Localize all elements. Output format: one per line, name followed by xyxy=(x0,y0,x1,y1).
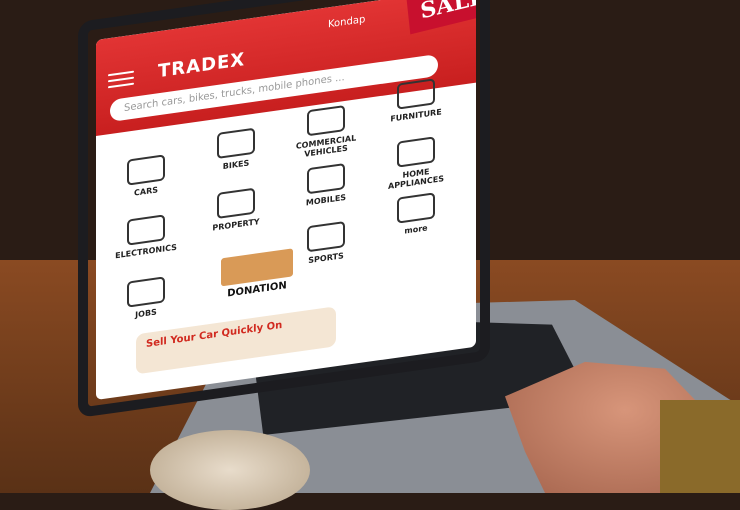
property-icon xyxy=(217,187,255,219)
category-home-appliances[interactable]: HOME APPLIANCES xyxy=(374,133,458,193)
photo-scene: TRADEX Kondap Search cars, bikes, trucks… xyxy=(0,0,740,510)
app-title: TRADEX xyxy=(158,49,246,83)
tv-icon xyxy=(127,214,165,246)
category-mobiles[interactable]: MOBILES xyxy=(284,160,368,211)
category-property[interactable]: PROPERTY xyxy=(194,184,278,235)
category-electronics[interactable]: ELECTRONICS xyxy=(104,211,188,262)
category-commercial-vehicles[interactable]: COMMERCIAL VEHICLES xyxy=(284,102,368,162)
more-icon xyxy=(397,192,435,224)
mobile-icon xyxy=(307,163,345,195)
location-label[interactable]: Kondap xyxy=(328,14,365,30)
car-icon xyxy=(127,154,165,186)
coffee-cup xyxy=(150,430,310,510)
category-jobs[interactable]: JOBS xyxy=(104,273,188,324)
laptop-screen: TRADEX Kondap Search cars, bikes, trucks… xyxy=(96,0,476,400)
category-cars[interactable]: CARS xyxy=(104,151,188,202)
sleeve xyxy=(660,400,740,493)
truck-icon xyxy=(307,105,345,137)
bike-icon xyxy=(217,127,255,159)
sports-icon xyxy=(307,221,345,253)
appliance-icon xyxy=(397,136,435,168)
category-more[interactable]: more xyxy=(374,189,458,240)
hamburger-menu-icon[interactable] xyxy=(108,70,134,89)
category-bikes[interactable]: BIKES xyxy=(194,124,278,175)
sale-badge: SALE xyxy=(406,0,476,35)
jobs-icon xyxy=(127,276,165,308)
furniture-icon xyxy=(397,78,435,110)
